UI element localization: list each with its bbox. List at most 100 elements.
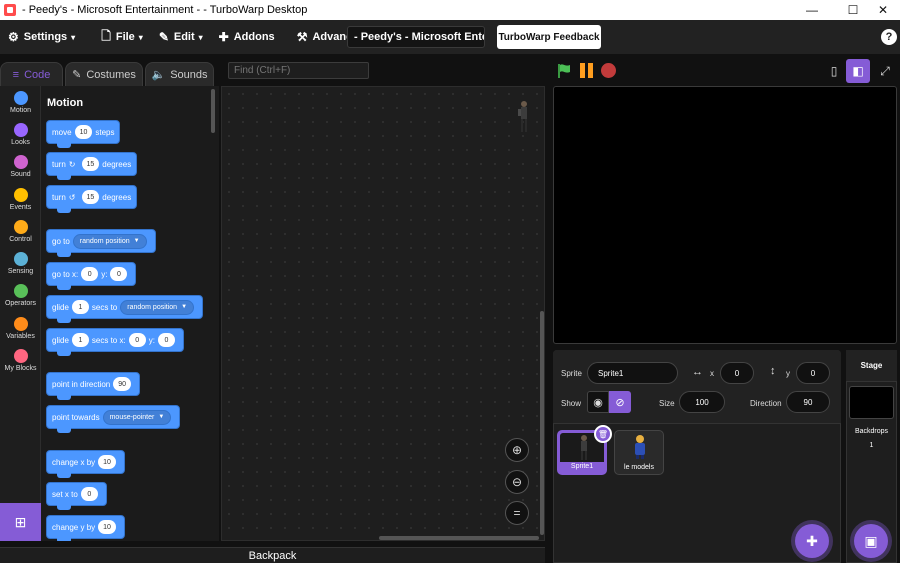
block-go-to-xy[interactable]: go to x: 0 y: 0 [46,262,137,290]
sprite-tile-le-models[interactable]: le models [614,430,664,475]
category-dot [13,349,28,363]
feedback-button[interactable]: TurboWarp Feedback [497,25,601,49]
palette-scrollbar[interactable] [211,89,215,133]
category-control[interactable]: Control [0,220,41,243]
direction-input[interactable]: 90 [786,391,830,413]
workspace-vertical-scrollbar[interactable] [540,311,544,535]
block-change-x[interactable]: change x by 10 [46,450,125,478]
category-dot [13,252,28,266]
pencil-icon: ✎ [158,30,169,44]
category-operators[interactable]: Operators [0,284,41,307]
category-dot [13,220,28,234]
zoom-reset-button[interactable]: = [505,501,529,525]
block-set-x[interactable]: set x to 0 [46,482,107,510]
workspace-sprite-thumbnail [518,101,527,132]
stage-canvas[interactable] [553,86,897,344]
category-dot [13,188,28,202]
add-sprite-button[interactable]: ✚ [795,524,829,558]
palette-category-title: Motion [47,97,84,109]
category-motion[interactable]: Motion [0,91,41,114]
direction-label: Direction [750,399,782,408]
block-glide-to[interactable]: glide 1 secs to random position ▼ [46,295,204,323]
x-arrows-icon: ↔ [692,366,703,378]
trash-icon: 🗑 [597,429,609,439]
category-variables[interactable]: Variables [0,317,41,340]
category-looks[interactable]: Looks [0,123,41,146]
stage-thumbnail [849,386,894,419]
chevron-down-icon: ▼ [133,238,140,244]
block-turn-left[interactable]: turn ↺ 15 degrees [46,185,138,213]
brush-icon: ✎ [72,69,82,81]
block-go-to[interactable]: go to random position ▼ [46,229,156,257]
workspace-horizontal-scrollbar[interactable] [379,536,539,540]
x-input[interactable]: 0 [720,362,754,384]
speaker-icon: 🔈 [151,69,166,81]
show-sprite-button[interactable]: ◉ [587,391,609,413]
backpack-header[interactable]: Backpack [0,547,545,563]
find-input[interactable] [228,62,369,79]
point-towards-dropdown[interactable]: mouse-pointer ▼ [102,409,172,425]
help-button[interactable]: ? [881,29,897,45]
backdrops-label: Backdrops [854,428,889,435]
add-backdrop-button[interactable]: ▣ [854,524,888,558]
rotate-left-icon: ↺ [68,192,76,202]
size-label: Size [659,399,675,408]
large-stage-button[interactable]: ◧ [846,59,870,83]
category-dot [13,91,28,105]
y-input[interactable]: 0 [796,362,830,384]
size-input[interactable]: 100 [679,391,725,413]
project-title-input[interactable]: - Peedy's - Microsoft Enter... [347,26,485,48]
category-sound[interactable]: Sound [0,155,41,178]
edit-menu[interactable]: ✎ Edit ▾ [151,20,211,54]
category-dot [13,123,28,137]
block-point-towards[interactable]: point towards mouse-pointer ▼ [46,405,181,433]
settings-menu[interactable]: ⚙ Settings ▾ [0,20,83,54]
turbowarp-logo-icon [4,4,16,16]
block-move-steps[interactable]: move 10 steps [46,120,121,148]
fullscreen-button[interactable]: ⤢ [873,59,897,83]
category-sensing[interactable]: Sensing [0,252,41,275]
hide-sprite-button[interactable]: ⊘ [609,391,631,413]
block-palette: Motion move 10 steps turn ↻ 15 degrees t… [41,86,219,541]
title-bar: - Peedy's - Microsoft Entertainment - - … [0,0,900,20]
x-label: x [710,369,714,378]
block-point-direction[interactable]: point in direction 90 [46,372,141,400]
tab-code[interactable]: ≡ Code [0,62,63,86]
chevron-down-icon: ▾ [138,32,143,42]
delete-sprite-button[interactable]: 🗑 [594,425,612,443]
file-menu[interactable]: 🗋 File ▾ [93,20,151,54]
tab-costumes[interactable]: ✎ Costumes [65,62,143,86]
category-dot [13,317,28,331]
glide-target-dropdown[interactable]: random position ▼ [120,299,195,315]
add-extension-button[interactable]: ⊞ [0,503,41,541]
sprite-name-input[interactable]: Sprite1 [587,362,678,384]
small-stage-button[interactable]: ▯ [822,59,846,83]
puzzle-icon: ✚ [218,30,229,44]
goto-target-dropdown[interactable]: random position ▼ [72,233,147,249]
cat-plus-icon: ✚ [806,532,818,549]
eye-icon: ◉ [593,396,603,409]
chevron-down-icon: ▼ [158,414,165,420]
block-glide-xy[interactable]: glide 1 secs to x: 0 y: 0 [46,328,184,356]
maximize-button[interactable]: ☐ [836,0,870,20]
category-dot [13,284,28,298]
category-events[interactable]: Events [0,188,41,211]
block-change-y[interactable]: change y by 10 [46,515,125,541]
eye-slash-icon: ⊘ [615,396,625,409]
script-workspace[interactable] [221,86,545,541]
addons-menu[interactable]: ✚ Addons [211,20,283,54]
category-dot [13,155,28,169]
minimize-button[interactable]: — [795,0,829,20]
rotate-right-icon: ↻ [68,159,76,169]
add-extension-icon: ⊞ [14,513,27,530]
pause-icon[interactable] [580,63,594,78]
stop-icon[interactable] [601,63,616,78]
block-turn-right[interactable]: turn ↻ 15 degrees [46,152,138,180]
show-label: Show [561,399,582,408]
close-button[interactable]: ✕ [866,0,900,20]
zoom-in-button[interactable]: ⊕ [505,438,529,462]
zoom-out-button[interactable]: ⊖ [505,470,529,494]
green-flag-icon[interactable] [556,63,572,79]
category-my-blocks[interactable]: My Blocks [0,349,41,372]
tab-sounds[interactable]: 🔈 Sounds [145,62,214,86]
